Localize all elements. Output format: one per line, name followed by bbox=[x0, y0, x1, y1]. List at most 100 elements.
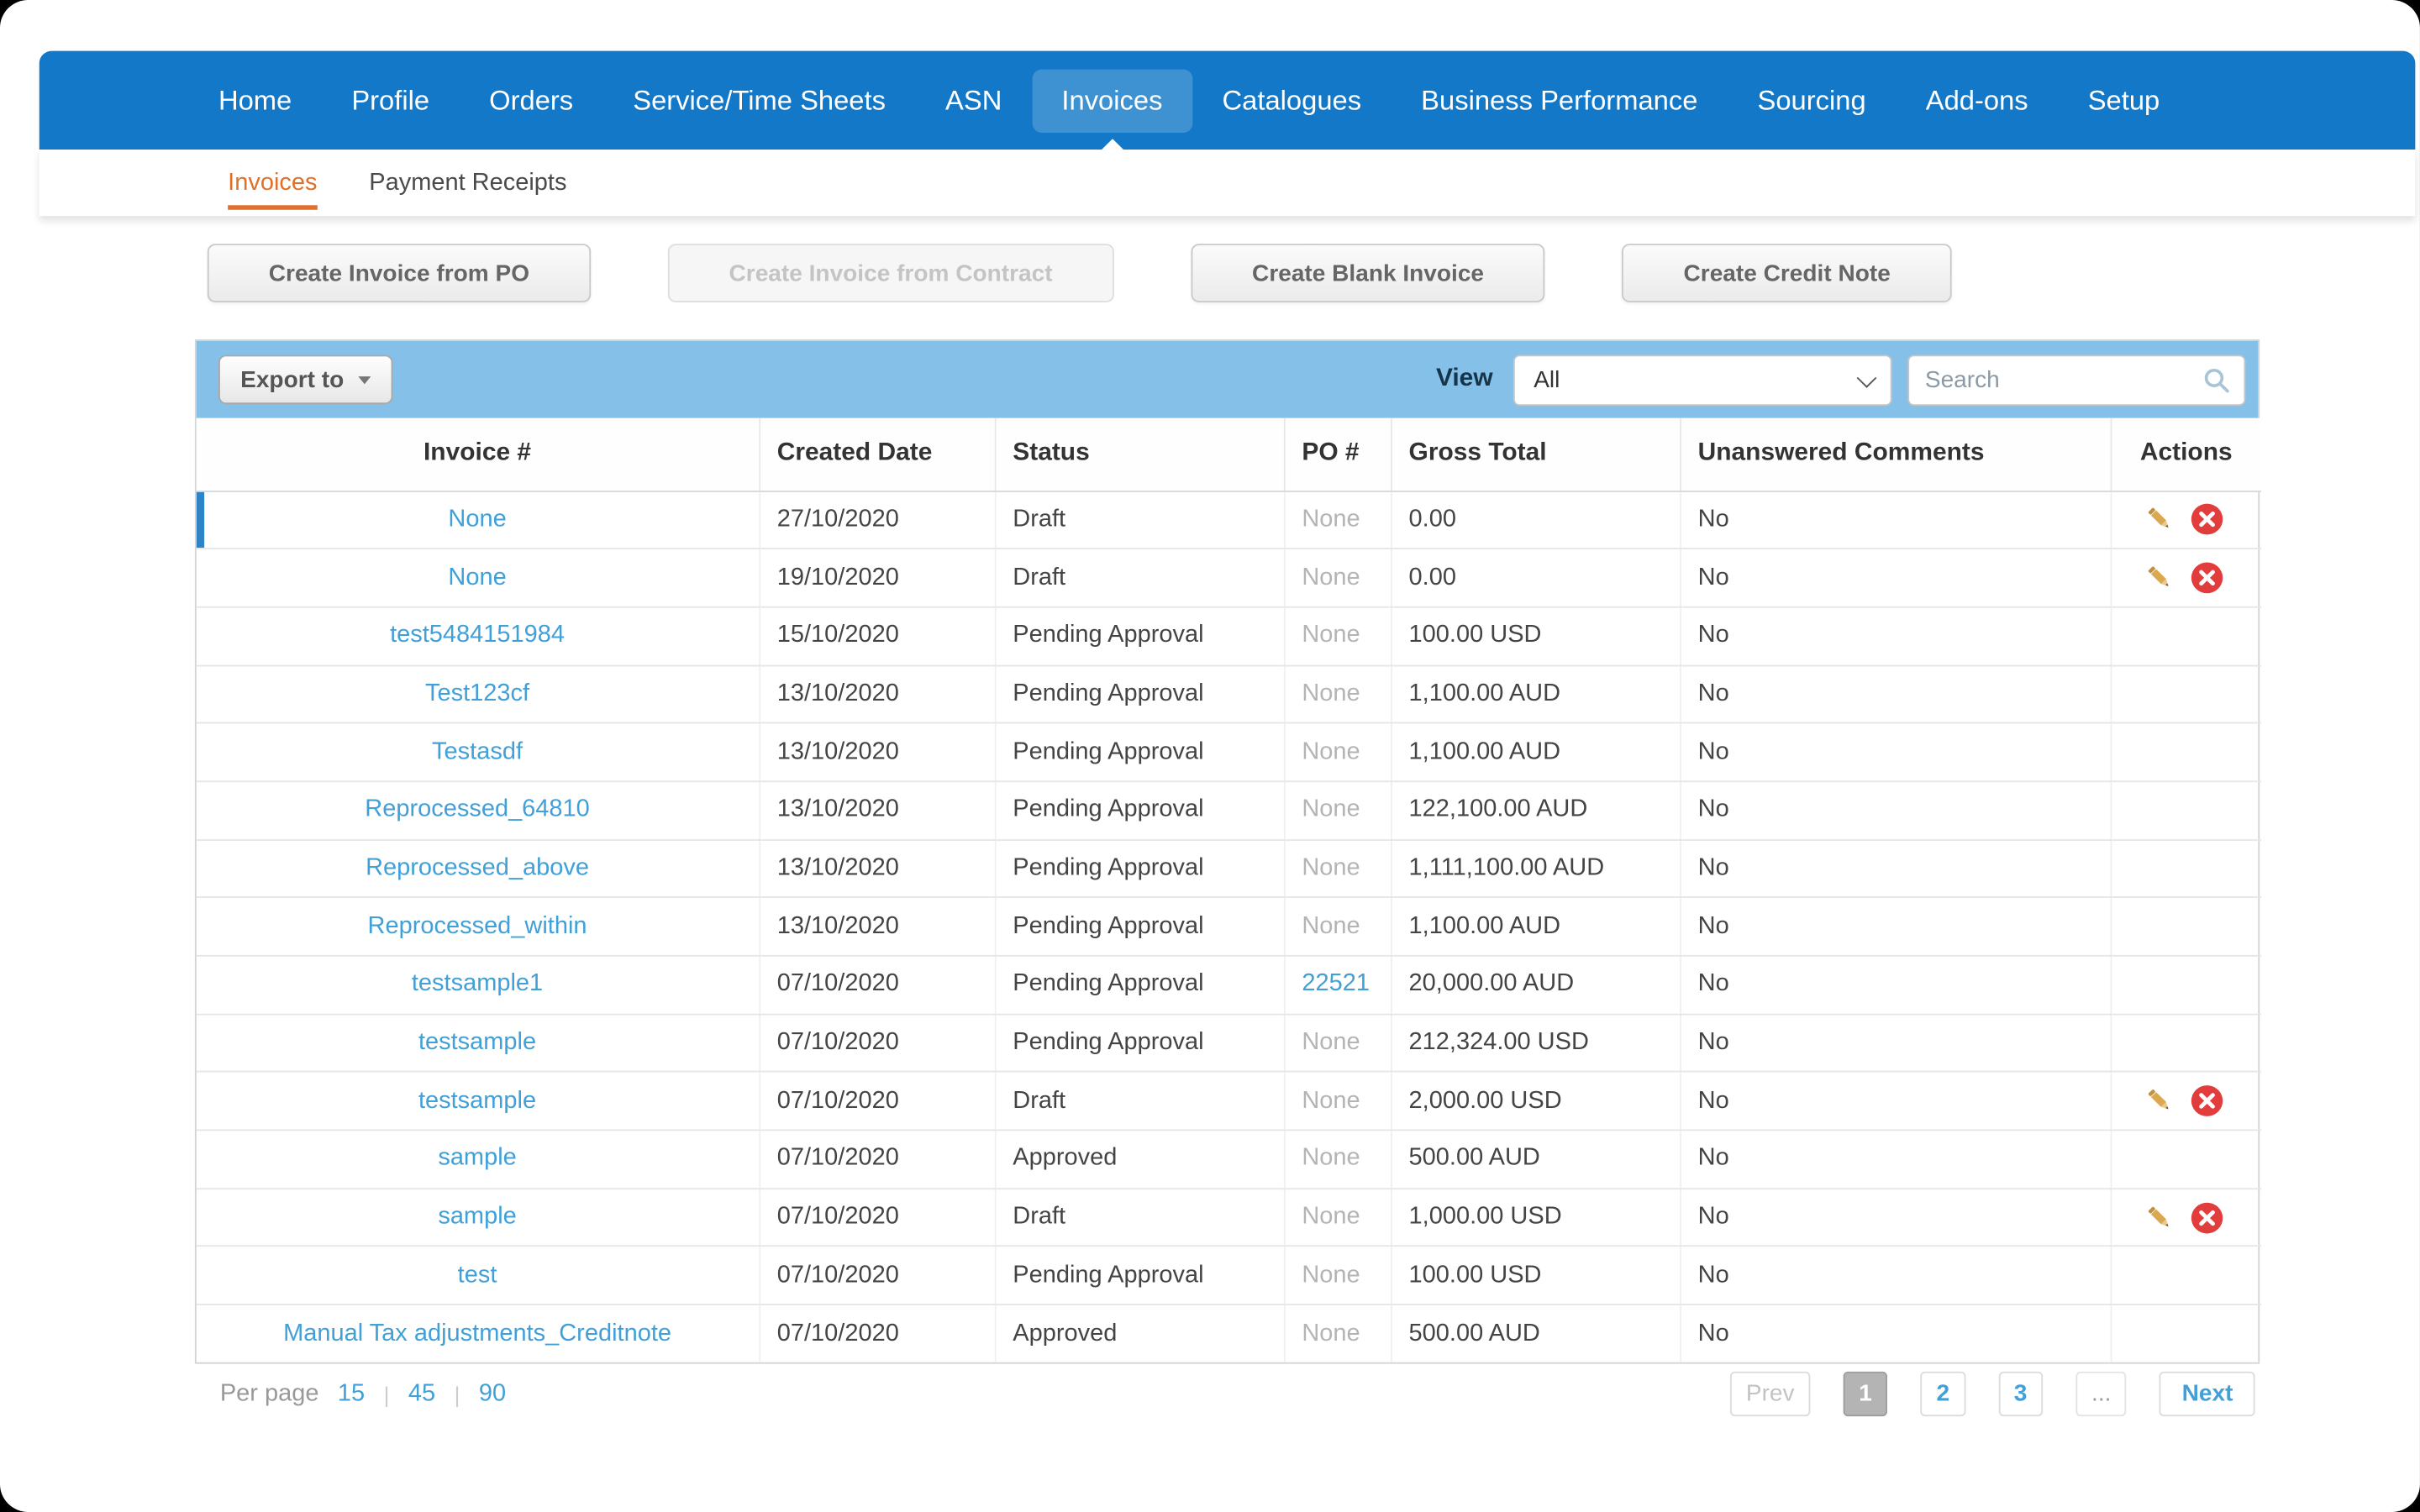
status-cell: Approved bbox=[994, 1305, 1285, 1363]
search-icon[interactable] bbox=[2203, 366, 2230, 392]
unanswered-comments-cell: No bbox=[1680, 781, 2112, 841]
app-window: Home Profile Orders Service/Time Sheets ASN I… bbox=[0, 0, 2420, 1512]
po-value: None bbox=[1302, 1320, 1360, 1347]
po-cell: None bbox=[1283, 1305, 1392, 1363]
pencil-icon[interactable] bbox=[2144, 1201, 2176, 1234]
nav-item-invoices[interactable]: Invoices bbox=[1031, 68, 1192, 151]
po-value: None bbox=[1302, 796, 1360, 823]
invoice-link[interactable]: Test123cf bbox=[425, 680, 529, 706]
invoice-link[interactable]: None bbox=[448, 506, 506, 532]
nav-item-home[interactable]: Home bbox=[188, 69, 321, 132]
created-date-cell: 07/10/2020 bbox=[759, 955, 996, 1015]
column-header-actions: Actions bbox=[2110, 417, 2262, 491]
invoice-cell: test bbox=[196, 1246, 760, 1306]
table-row: test 07/10/2020 Pending Approval None 100.00… bbox=[196, 1246, 2262, 1306]
chevron-down-icon bbox=[358, 375, 371, 384]
x-circle-icon[interactable] bbox=[2191, 1085, 2223, 1118]
create-credit-note-button[interactable]: Create Credit Note bbox=[1622, 244, 1952, 302]
po-value: None bbox=[1302, 680, 1360, 707]
view-select[interactable]: All bbox=[1512, 354, 1892, 406]
actions-cell bbox=[2110, 1014, 2262, 1074]
pencil-icon[interactable] bbox=[2144, 503, 2176, 536]
column-header-po: PO # bbox=[1283, 417, 1392, 491]
page-3-button[interactable]: 3 bbox=[1998, 1371, 2044, 1417]
invoice-link[interactable]: Reprocessed_above bbox=[366, 854, 589, 880]
table-footer: Per page 15 | 45 | 90 Prev 1 2 3... Next bbox=[195, 1371, 2260, 1417]
prev-button[interactable]: Prev bbox=[1730, 1371, 1811, 1417]
po-link[interactable]: 22521 bbox=[1302, 971, 1370, 997]
status-cell: Pending Approval bbox=[994, 1014, 1285, 1074]
nav-item-setup[interactable]: Setup bbox=[2058, 69, 2190, 132]
nav-item-profile[interactable]: Profile bbox=[322, 69, 460, 132]
table-row: Manual Tax adjustments_Creditnote 07/10/2… bbox=[196, 1305, 2261, 1363]
actions-cell bbox=[2110, 606, 2262, 666]
invoice-link[interactable]: test bbox=[458, 1262, 497, 1288]
po-value: None bbox=[1302, 1087, 1360, 1114]
invoice-link[interactable]: Testasdf bbox=[432, 738, 523, 764]
actions-group bbox=[2111, 562, 2261, 595]
invoice-link[interactable]: test5484151984 bbox=[390, 622, 565, 648]
invoice-cell: None bbox=[196, 549, 760, 608]
per-page-option-90[interactable]: 90 bbox=[479, 1380, 506, 1408]
next-button[interactable]: Next bbox=[2160, 1371, 2255, 1417]
pencil-icon[interactable] bbox=[2144, 1085, 2176, 1118]
created-date-cell: 07/10/2020 bbox=[759, 1072, 996, 1131]
subnav-item-invoices[interactable]: Invoices bbox=[228, 150, 318, 216]
pencil-icon[interactable] bbox=[2144, 562, 2176, 595]
actions-cell bbox=[2110, 549, 2262, 608]
page-2-button[interactable]: 2 bbox=[1920, 1371, 1965, 1417]
invoice-link[interactable]: sample bbox=[438, 1204, 516, 1230]
invoice-link[interactable]: Reprocessed_within bbox=[368, 913, 587, 939]
pages-ellipsis[interactable]: ... bbox=[2075, 1371, 2128, 1417]
nav-item-catalogues[interactable]: Catalogues bbox=[1192, 69, 1392, 132]
gross-total-cell: 100.00 USD bbox=[1391, 1246, 1681, 1306]
invoice-cell: testsample bbox=[196, 1072, 760, 1131]
page-1-button[interactable]: 1 bbox=[1843, 1371, 1888, 1417]
nav-item-business-performance[interactable]: Business Performance bbox=[1392, 69, 1728, 132]
nav-item-sourcing[interactable]: Sourcing bbox=[1728, 69, 1896, 132]
created-date-cell: 13/10/2020 bbox=[759, 722, 996, 783]
invoice-actions-bar: Create Invoice from PO Create Invoice fro… bbox=[207, 244, 1952, 302]
export-button[interactable]: Export to bbox=[218, 354, 393, 405]
invoice-link[interactable]: None bbox=[448, 564, 506, 590]
pagination: Prev 1 2 3... Next bbox=[1730, 1371, 2260, 1417]
invoice-link[interactable]: sample bbox=[438, 1146, 516, 1172]
nav-item-orders[interactable]: Orders bbox=[460, 69, 603, 132]
nav-item-asn[interactable]: ASN bbox=[916, 69, 1032, 132]
nav-item-service-time-sheets[interactable]: Service/Time Sheets bbox=[603, 69, 916, 132]
created-date-cell: 19/10/2020 bbox=[759, 549, 996, 608]
table-row: test5484151984 15/10/2020 Pending Approval… bbox=[196, 606, 2262, 666]
x-circle-icon[interactable] bbox=[2191, 503, 2223, 536]
table-row: Reprocessed_above 13/10/2020 Pending Appro… bbox=[196, 839, 2262, 899]
invoice-link[interactable]: testsample bbox=[418, 1029, 536, 1055]
status-cell: Pending Approval bbox=[994, 664, 1285, 724]
table-row: Reprocessed_64810 13/10/2020 Pending Appro… bbox=[196, 781, 2262, 841]
x-circle-icon[interactable] bbox=[2191, 562, 2223, 595]
status-cell: Pending Approval bbox=[994, 897, 1285, 957]
search-input[interactable] bbox=[1924, 366, 2203, 393]
unanswered-comments-cell: No bbox=[1680, 1246, 2112, 1306]
per-page-option-45[interactable]: 45 bbox=[408, 1380, 435, 1408]
actions-group bbox=[2111, 1085, 2261, 1118]
unanswered-comments-cell: No bbox=[1680, 1014, 2112, 1074]
create-blank-invoice-button[interactable]: Create Blank Invoice bbox=[1191, 244, 1545, 302]
unanswered-comments-cell: No bbox=[1680, 1305, 2112, 1363]
invoice-link[interactable]: Reprocessed_64810 bbox=[365, 796, 590, 822]
create-invoice-from-po-button[interactable]: Create Invoice from PO bbox=[207, 244, 591, 302]
status-cell: Approved bbox=[994, 1130, 1285, 1189]
po-cell: None bbox=[1283, 839, 1392, 899]
gross-total-cell: 1,000.00 USD bbox=[1391, 1188, 1681, 1247]
po-value: None bbox=[1302, 1262, 1360, 1289]
created-date-cell: 07/10/2020 bbox=[759, 1130, 996, 1189]
table-row: None 19/10/2020 Draft None 0.00 No bbox=[196, 549, 2262, 608]
per-page-option-15[interactable]: 15 bbox=[338, 1380, 365, 1408]
invoice-link[interactable]: testsample1 bbox=[412, 971, 543, 997]
subnav-item-payment-receipts[interactable]: Payment Receipts bbox=[369, 150, 566, 216]
invoice-link[interactable]: Manual Tax adjustments_Creditnote bbox=[283, 1320, 671, 1347]
x-circle-icon[interactable] bbox=[2191, 1201, 2223, 1234]
invoice-link[interactable]: testsample bbox=[418, 1087, 536, 1113]
nav-item-add-ons[interactable]: Add-ons bbox=[1896, 69, 2058, 132]
table-header-row: Invoice # Created Date Status PO # Gross Tot… bbox=[196, 417, 2262, 491]
created-date-cell: 13/10/2020 bbox=[759, 897, 996, 957]
created-date-cell: 15/10/2020 bbox=[759, 606, 996, 666]
